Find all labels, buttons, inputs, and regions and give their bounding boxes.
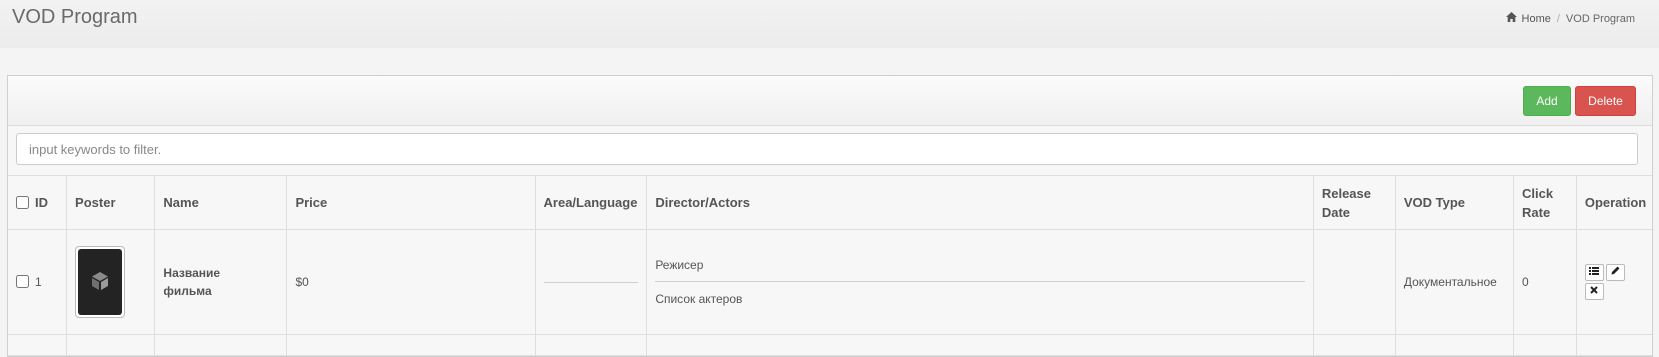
home-icon — [1505, 12, 1517, 25]
stub-cell — [646, 334, 1314, 356]
cell-click-rate: 0 — [1513, 229, 1577, 335]
header-operation: Operation — [1575, 175, 1652, 230]
row-checkbox[interactable] — [16, 275, 29, 288]
header-click-line2: Rate — [1522, 204, 1551, 220]
breadcrumb-home-link[interactable]: Home — [1522, 13, 1551, 25]
header-name: Name — [154, 175, 288, 230]
header-release-date: Release Date — [1312, 175, 1396, 230]
cell-id: 1 — [8, 229, 68, 335]
add-button[interactable]: Add — [1523, 86, 1571, 116]
delete-button[interactable]: Delete — [1575, 86, 1636, 116]
details-button[interactable] — [1584, 264, 1604, 282]
stub-cell — [8, 334, 68, 356]
cell-area — [534, 229, 648, 335]
row-director: Режисер — [655, 258, 704, 272]
toolbar: Add Delete — [8, 76, 1652, 126]
cube-logo-icon — [89, 270, 111, 295]
stub-cell — [1312, 334, 1396, 356]
stub-cell — [534, 334, 648, 356]
edit-button[interactable] — [1605, 263, 1625, 281]
table-row: 1 Название фильма $0 Режисер Список акте… — [8, 229, 1652, 335]
cell-price: $0 — [286, 229, 536, 335]
row-id: 1 — [35, 275, 42, 289]
header-release-line2: Date — [1321, 204, 1351, 220]
cell-name: Название фильма — [154, 229, 288, 335]
header-id: ID — [8, 175, 68, 230]
cell-operation — [1575, 229, 1652, 335]
row-name-line1: Название — [163, 266, 221, 280]
breadcrumb: Home / VOD Program — [1505, 12, 1635, 25]
header-click-line1: Click — [1522, 185, 1554, 201]
filter-input[interactable] — [16, 133, 1638, 165]
page-header: VOD Program Home / VOD Program — [0, 0, 1659, 48]
cell-release-date — [1312, 229, 1396, 335]
header-vod-type: VOD Type — [1394, 175, 1515, 230]
remove-button[interactable] — [1584, 283, 1604, 301]
pencil-icon — [1611, 266, 1620, 278]
table-row-partial — [8, 334, 1652, 356]
stub-cell — [154, 334, 288, 356]
program-panel: Add Delete ID Poster Name Price Area/Lan… — [7, 75, 1653, 357]
cell-vod-type: Документальное — [1394, 229, 1515, 335]
stub-cell — [1394, 334, 1515, 356]
stub-cell — [286, 334, 536, 356]
breadcrumb-current: VOD Program — [1565, 12, 1635, 25]
row-actors: Список актеров — [655, 292, 743, 306]
close-icon — [1590, 286, 1599, 297]
header-area: Area/Language — [534, 175, 648, 230]
stub-cell — [1575, 334, 1652, 356]
row-name-line2: фильма — [163, 284, 212, 298]
program-table: ID Poster Name Price Area/Language Direc… — [8, 175, 1652, 356]
poster-thumbnail[interactable] — [75, 246, 126, 318]
cell-poster — [66, 229, 156, 335]
table-header-row: ID Poster Name Price Area/Language Direc… — [8, 175, 1652, 230]
list-icon — [1589, 267, 1600, 278]
cell-director: Режисер Список актеров — [646, 229, 1314, 335]
header-click-rate: Click Rate — [1513, 175, 1577, 230]
director-divider — [655, 281, 1305, 282]
stub-cell — [66, 334, 156, 356]
header-price: Price — [286, 175, 536, 230]
header-director: Director/Actors — [646, 175, 1314, 230]
stub-cell — [1513, 334, 1577, 356]
header-release-line1: Release — [1321, 185, 1371, 201]
page-title: VOD Program — [12, 6, 138, 28]
breadcrumb-separator: / — [1556, 12, 1560, 25]
header-poster: Poster — [66, 175, 156, 230]
area-divider — [543, 281, 639, 283]
select-all-checkbox[interactable] — [16, 196, 29, 209]
header-id-label: ID — [35, 195, 48, 210]
